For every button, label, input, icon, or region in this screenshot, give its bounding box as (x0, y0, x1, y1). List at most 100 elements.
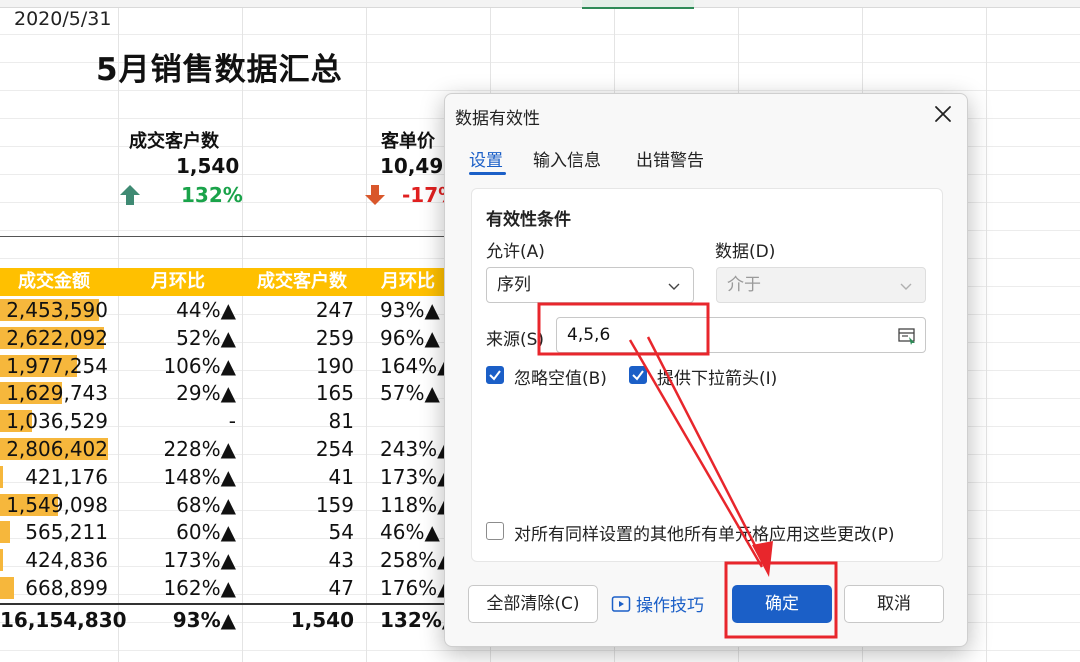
apply-all-label[interactable]: 对所有同样设置的其他所有单元格应用这些更改(P) (514, 520, 895, 545)
total-mom[interactable]: 93%▲ (120, 605, 236, 635)
customers-cell[interactable]: 254 (244, 435, 354, 463)
customers-cell[interactable]: 54 (244, 518, 354, 546)
active-column-header[interactable] (582, 0, 694, 9)
table-row: 421,176 148%▲ 41 173%▲ (0, 463, 453, 491)
table-row: 2,453,590 44%▲ 247 93%▲ (0, 296, 450, 324)
header-mom-2[interactable]: 月环比 (368, 268, 448, 296)
apply-all-checkbox[interactable] (486, 522, 504, 540)
amount-cell[interactable]: 1,036,529 (0, 407, 108, 435)
tab-settings[interactable]: 设置 (469, 146, 503, 171)
header-customers[interactable]: 成交客户数 (244, 268, 360, 296)
mom-2-cell[interactable] (368, 407, 450, 435)
table-header-row: 成交金额 月环比 成交客户数 月环比 (0, 268, 450, 296)
mom-2-cell[interactable]: 176%▲ (368, 574, 453, 602)
mom-2-cell[interactable]: 93%▲ (368, 296, 450, 324)
mom-2-cell[interactable]: 46%▲ (368, 518, 450, 546)
total-amount[interactable]: 16,154,830 (0, 605, 127, 635)
customers-cell[interactable]: 47 (244, 574, 354, 602)
allow-label: 允许(A) (486, 242, 545, 262)
customers-cell[interactable]: 41 (244, 463, 354, 491)
tab-input-message[interactable]: 输入信息 (533, 146, 601, 171)
amount-cell[interactable]: 424,836 (0, 546, 108, 574)
table-row: 424,836 173%▲ 43 258%▲ (0, 546, 453, 574)
mom-2-cell[interactable]: 173%▲ (368, 463, 453, 491)
mom-2-cell[interactable]: 57%▲ (368, 379, 450, 407)
data-select[interactable]: 介于 (716, 267, 926, 303)
source-input[interactable]: 4,5,6 (556, 317, 926, 353)
source-input-value: 4,5,6 (567, 325, 611, 345)
mom-2-cell[interactable]: 96%▲ (368, 324, 450, 352)
customers-cell[interactable]: 259 (244, 324, 354, 352)
video-tips-icon[interactable] (611, 594, 631, 614)
sheet-title[interactable]: 5月销售数据汇总 (96, 44, 343, 89)
kpi-customers-pct[interactable]: 132% (181, 183, 243, 207)
table-row: 565,211 60%▲ 54 46%▲ (0, 518, 450, 546)
mom-2-cell[interactable]: 164%▲ (368, 352, 453, 380)
range-select-icon[interactable] (897, 326, 917, 346)
mom-2-cell[interactable]: 258%▲ (368, 546, 453, 574)
table-row: 1,977,254 106%▲ 190 164%▲ (0, 352, 453, 380)
total-customers[interactable]: 1,540 (244, 605, 354, 635)
customers-cell[interactable]: 43 (244, 546, 354, 574)
mom-cell[interactable]: - (120, 407, 236, 435)
clear-all-button[interactable]: 全部清除(C) (468, 585, 598, 623)
customers-cell[interactable]: 81 (244, 407, 354, 435)
section-divider (0, 236, 450, 237)
header-mom[interactable]: 月环比 (120, 268, 236, 296)
mom-cell[interactable]: 162%▲ (120, 574, 236, 602)
mom-2-cell[interactable]: 243%▲ (368, 435, 453, 463)
allow-select-value: 序列 (497, 275, 531, 295)
table-row: 1,036,529-81 (0, 407, 450, 435)
table-row: 668,899 162%▲ 47 176%▲ (0, 574, 453, 602)
amount-cell[interactable]: 668,899 (0, 574, 108, 602)
kpi-customers-label[interactable]: 成交客户数 (129, 127, 219, 153)
mom-cell[interactable]: 173%▲ (120, 546, 236, 574)
mom-cell[interactable]: 228%▲ (120, 435, 236, 463)
in-cell-dropdown-checkbox[interactable] (629, 366, 647, 384)
in-cell-dropdown-label[interactable]: 提供下拉箭头(I) (657, 364, 777, 389)
ignore-blank-label[interactable]: 忽略空值(B) (514, 364, 607, 389)
tab-error-alert[interactable]: 出错警告 (636, 146, 704, 171)
customers-cell[interactable]: 159 (244, 491, 354, 519)
mom-cell[interactable]: 44%▲ (120, 296, 236, 324)
kpi-unit-price-label[interactable]: 客单价 (381, 127, 435, 153)
mom-cell[interactable]: 68%▲ (120, 491, 236, 519)
amount-cell[interactable]: 2,806,402 (0, 435, 108, 463)
active-tab-indicator (469, 172, 506, 175)
amount-cell[interactable]: 1,629,743 (0, 379, 108, 407)
amount-cell[interactable]: 1,977,254 (0, 352, 108, 380)
ok-button[interactable]: 确定 (732, 585, 832, 623)
cancel-button[interactable]: 取消 (844, 585, 944, 623)
date-cell[interactable]: 2020/5/31 (14, 8, 111, 30)
amount-cell[interactable]: 2,453,590 (0, 296, 108, 324)
tips-link[interactable]: 操作技巧 (636, 591, 704, 616)
table-row: 1,549,098 68%▲ 159 118%▲ (0, 491, 453, 519)
column-header-strip[interactable] (0, 0, 1080, 8)
amount-cell[interactable]: 565,211 (0, 518, 108, 546)
settings-panel: 有效性条件 允许(A) 序列 数据(D) 介于 来源(S) 4,5,6 忽略空值… (471, 188, 943, 562)
mom-cell[interactable]: 29%▲ (120, 379, 236, 407)
header-amount[interactable]: 成交金额 (0, 268, 108, 296)
mom-cell[interactable]: 148%▲ (120, 463, 236, 491)
customers-cell[interactable]: 190 (244, 352, 354, 380)
chevron-down-icon (668, 283, 680, 290)
amount-cell[interactable]: 1,549,098 (0, 491, 108, 519)
amount-cell[interactable]: 2,622,092 (0, 324, 108, 352)
customers-cell[interactable]: 247 (244, 296, 354, 324)
table-row: 2,806,402 228%▲ 254 243%▲ (0, 435, 453, 463)
kpi-customers-value[interactable]: 1,540 (176, 154, 239, 178)
ignore-blank-checkbox[interactable] (486, 366, 504, 384)
close-icon[interactable] (931, 102, 955, 126)
amount-cell[interactable]: 421,176 (0, 463, 108, 491)
data-label: 数据(D) (715, 242, 776, 262)
total-row: 16,154,830 93%▲ 1,540 132%▲ (0, 603, 457, 635)
mom-cell[interactable]: 52%▲ (120, 324, 236, 352)
chevron-down-icon (900, 283, 912, 290)
allow-select[interactable]: 序列 (486, 267, 694, 303)
mom-cell[interactable]: 106%▲ (120, 352, 236, 380)
customers-cell[interactable]: 165 (244, 379, 354, 407)
mom-2-cell[interactable]: 118%▲ (368, 491, 453, 519)
mom-cell[interactable]: 60%▲ (120, 518, 236, 546)
validation-criteria-heading: 有效性条件 (486, 210, 571, 230)
table-row: 1,629,743 29%▲ 165 57%▲ (0, 379, 450, 407)
